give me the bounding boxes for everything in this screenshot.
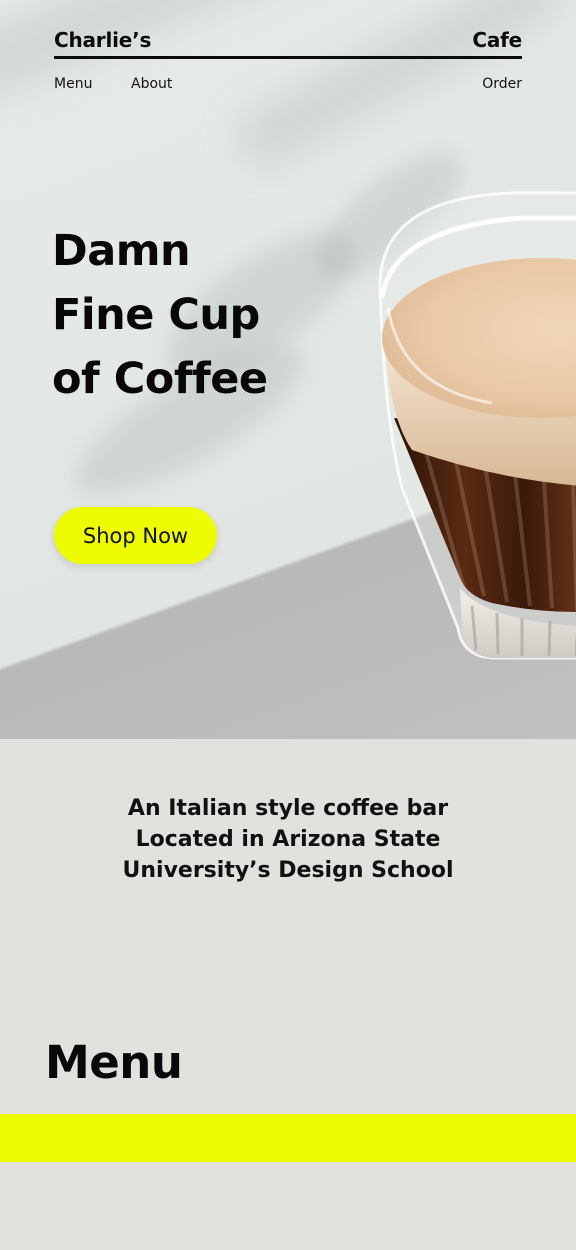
site-header: Charlie’s Cafe — [54, 26, 522, 60]
brand-name[interactable]: Charlie’s — [54, 28, 151, 52]
main-nav: Menu About Order — [54, 76, 522, 96]
nav-link-order[interactable]: Order — [482, 76, 522, 92]
coffee-glass-image — [372, 188, 576, 663]
tagline-line: Located in Arizona State — [135, 827, 441, 852]
tagline-line: An Italian style coffee bar — [127, 796, 449, 821]
shop-now-button[interactable]: Shop Now — [54, 507, 217, 564]
headline-line: Fine Cup — [52, 290, 260, 340]
about-tagline: An Italian style coffee bar Located in A… — [0, 793, 576, 886]
nav-link-menu[interactable]: Menu — [54, 76, 92, 92]
header-divider — [54, 56, 522, 59]
hero-section: Charlie’s Cafe Menu About Order Damn Fin… — [0, 0, 576, 739]
about-section: An Italian style coffee bar Located in A… — [0, 739, 576, 1039]
headline-line: Damn — [52, 226, 191, 276]
menu-section-title: Menu — [45, 1036, 183, 1089]
brand-suffix[interactable]: Cafe — [472, 28, 522, 52]
nav-link-about[interactable]: About — [131, 76, 172, 92]
tagline-line: University’s Design School — [122, 858, 454, 883]
hero-headline: Damn Fine Cup of Coffee — [52, 219, 352, 411]
headline-line: of Coffee — [52, 354, 268, 404]
menu-accent-bar — [0, 1114, 576, 1162]
